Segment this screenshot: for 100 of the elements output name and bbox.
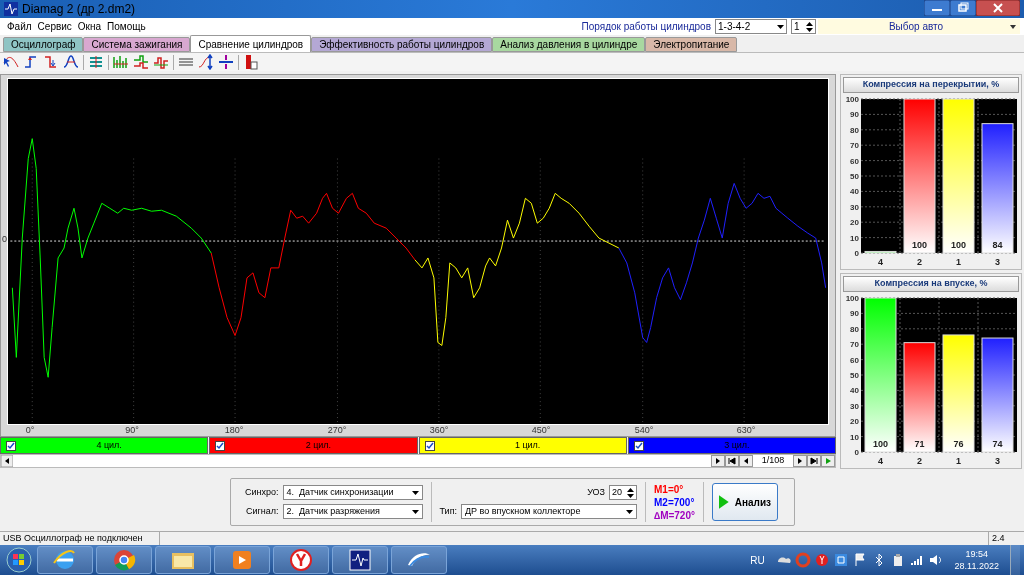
axis-label: 20 (850, 417, 859, 427)
chart-title: Компрессия на впуске, % (843, 276, 1019, 292)
field-label: Синхро: (244, 485, 279, 499)
speaker-icon[interactable] (927, 552, 944, 568)
spin-field[interactable]: 20 (609, 485, 637, 500)
taskbar-app-button[interactable] (391, 546, 447, 574)
axis-label: 0 (854, 249, 859, 258)
previous-page-button[interactable] (739, 455, 753, 467)
y-logo-icon (287, 547, 315, 573)
axis-label: 90 (850, 309, 859, 319)
car-select[interactable]: Выбор авто (818, 19, 1020, 34)
spinner-arrows-icon (627, 487, 634, 498)
tab[interactable]: Система зажигания (83, 37, 191, 52)
taskbar-app-button[interactable] (332, 546, 388, 574)
checkbox[interactable] (6, 440, 16, 451)
taskbar-app-button[interactable] (96, 546, 152, 574)
scroll-right-button[interactable] (711, 455, 725, 467)
start-button[interactable] (4, 546, 34, 574)
axis-label: 80 (850, 125, 859, 135)
dropdown[interactable]: 2. Датчик разряжения (282, 504, 423, 519)
checkbox[interactable] (424, 440, 435, 451)
restore-button[interactable] (950, 0, 976, 16)
axis-label: 30 (850, 202, 859, 212)
axis-label: 10 (850, 432, 859, 442)
tab[interactable]: Сравнение цилиндров (190, 35, 312, 52)
report-icon[interactable] (243, 54, 259, 70)
axis-label: 450° (531, 424, 551, 437)
axis-label: 40 (850, 187, 859, 197)
minimize-button[interactable] (924, 0, 950, 16)
marker-reading: M2=700° (654, 495, 695, 509)
axis-label: 0 (854, 448, 859, 457)
page-counter: 1/108 (760, 454, 786, 468)
cylinder-strip[interactable]: 2 цил. (209, 437, 418, 454)
axis-label: 20 (850, 218, 859, 228)
axis-label: 90° (125, 424, 139, 437)
spikes-icon[interactable] (113, 54, 129, 70)
axis-label: 2 (917, 456, 922, 466)
axis-label: 1 (956, 257, 961, 267)
data-label: 100 (951, 240, 966, 250)
menu-item[interactable]: Сервис (34, 19, 75, 34)
rising-edge-icon[interactable] (23, 54, 39, 70)
clock-time[interactable]: 19:54 (965, 548, 989, 560)
spin-field[interactable]: 1 (791, 19, 816, 34)
axis-label: 270° (327, 424, 347, 437)
axis-label: 360° (429, 424, 449, 437)
clock-date[interactable]: 28.11.2022 (954, 560, 999, 572)
falling-edge-icon[interactable] (43, 54, 59, 70)
axis-label: 100 (845, 95, 859, 104)
dropdown-arrow-icon (1010, 24, 1016, 29)
dropdown-arrow-icon (411, 490, 419, 495)
scroll-left-button[interactable] (1, 455, 13, 467)
firing-order-select[interactable]: 1-3-4-2 (715, 19, 787, 34)
split-signal-icon[interactable] (133, 54, 149, 70)
tab[interactable]: Эффективность работы цилиндров (311, 37, 493, 52)
divide-icon[interactable] (218, 54, 234, 70)
axis-label: 60 (850, 355, 859, 365)
cylinder-label: 2 цил. (304, 438, 333, 452)
tab[interactable]: Анализ давления в цилиндре (492, 37, 646, 52)
menu-item[interactable]: Помощь (104, 19, 149, 34)
menu-item[interactable]: Файл (4, 19, 35, 34)
cylinder-strip[interactable]: 1 цил. (418, 437, 627, 454)
checkbox[interactable] (633, 440, 644, 451)
taskbar-app-button[interactable] (273, 546, 329, 574)
first-page-button[interactable] (725, 455, 739, 467)
dropdown-arrow-icon (411, 509, 419, 514)
bar (864, 250, 897, 254)
cylinder-strip[interactable]: 4 цил. (0, 437, 209, 454)
taskbar-app-button[interactable] (155, 546, 211, 574)
axis-label: 80 (850, 324, 859, 334)
signal-step-icon[interactable] (153, 54, 169, 70)
axis-label: 0 (2, 233, 7, 246)
language-indicator[interactable]: RU (750, 552, 765, 568)
cursor-curve-icon[interactable] (3, 54, 19, 70)
dropdown[interactable]: 4. Датчик синхронизации (282, 485, 423, 500)
axis-label: 1 (956, 456, 961, 466)
dropdown[interactable]: ДР во впускном коллекторе (461, 504, 637, 519)
data-label: 100 (873, 439, 888, 449)
axis-label: 50 (850, 172, 859, 181)
axis-label: 100 (845, 294, 859, 303)
last-page-button[interactable] (807, 455, 821, 467)
cylinder-label: 3 цил. (723, 438, 751, 452)
layers-icon[interactable] (88, 54, 104, 70)
tab[interactable]: Осциллограф (3, 37, 84, 52)
scale-vertical-icon[interactable] (198, 54, 214, 70)
chart-title: Компрессия на перекрытии, % (843, 77, 1019, 93)
taskbar-app-button[interactable] (37, 546, 93, 574)
axis-label: 50 (850, 371, 859, 380)
axis-label: 180° (224, 424, 244, 437)
show-desktop-button[interactable] (1010, 545, 1020, 575)
close-button[interactable] (976, 0, 1020, 16)
axis-label: 3 (995, 456, 1000, 466)
grid-app-icon[interactable] (832, 552, 849, 568)
data-label: 76 (953, 439, 964, 449)
checkbox[interactable] (215, 440, 226, 451)
next-page-button[interactable] (793, 455, 807, 467)
y-logo-icon[interactable] (813, 552, 830, 568)
menu-item[interactable]: Окна (74, 19, 105, 34)
tab[interactable]: Электропитание (645, 37, 738, 52)
pulse-curve-icon[interactable] (63, 54, 79, 70)
analyze-button[interactable]: Анализ (712, 483, 778, 521)
